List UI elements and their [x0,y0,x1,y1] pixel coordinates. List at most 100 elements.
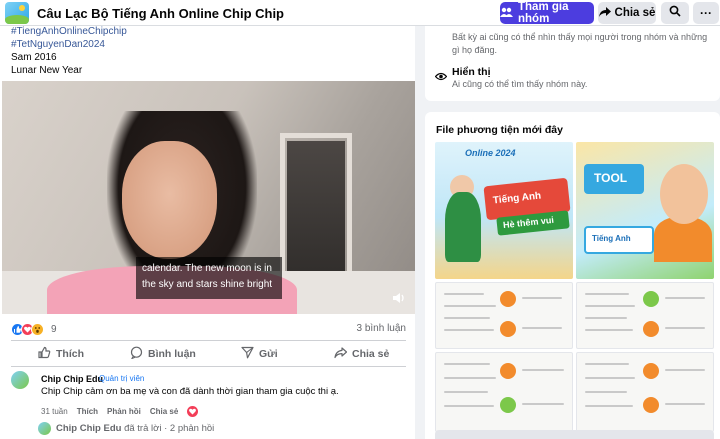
child-face [122,141,217,259]
worksheet-line [585,293,629,295]
thumbs-up-icon [38,346,51,362]
visibility-description: Ai cũng có thể tìm thấy nhóm này. [452,79,588,89]
heart-icon [187,406,199,417]
send-label: Gửi [259,348,278,360]
group-logo[interactable] [5,2,29,24]
worksheet-illustration [500,291,516,307]
boy-figure [660,164,708,224]
banner-text: Tiếng Anh [492,190,542,207]
reaction-summary[interactable]: 9 [11,323,57,336]
avatar[interactable] [11,371,29,389]
worksheet-illustration [500,363,516,379]
see-all-media-button[interactable] [435,430,714,439]
share-group-button[interactable]: Chia sẻ [598,2,656,24]
hashtag-link[interactable]: #TiengAnhOnlineChipchip [11,26,127,37]
banner-subtext: Hè thêm vui [502,214,555,231]
worksheet-line [585,317,627,319]
reply-author: Chip Chip Edu [56,423,122,434]
reaction-count: 9 [51,324,57,335]
hashtag-link[interactable]: #TetNguyenDan2024 [11,39,105,50]
media-thumbnail[interactable] [435,352,573,432]
privacy-description: Bất kỳ ai cũng có thể nhìn thấy mọi ngườ… [452,32,708,42]
comment-label: Bình luận [148,348,196,360]
avatar[interactable] [38,422,51,435]
comment-count[interactable]: 3 bình luận [357,323,407,334]
wow-reaction-icon [31,323,44,336]
thumbnail-heading: Online 2024 [465,148,516,158]
worksheet-line [444,377,496,379]
send-icon [241,346,254,362]
post-text-line: Lunar New Year [11,65,83,76]
comment-bubble: Chip Chip Edu Quản trị viên Chip Chip cả… [34,370,339,402]
share-icon [334,346,348,362]
people-icon [500,7,513,20]
share-label: Chia sẻ [352,348,390,360]
worksheet-illustration [500,321,516,337]
divider [11,340,406,341]
eye-icon [434,68,448,86]
post-card: #TiengAnhOnlineChipchip #TetNguyenDan202… [0,26,415,439]
video-subtitle: calendar. The new moon is in the sky and… [136,257,282,299]
worksheet-line [444,405,494,407]
sun-shape [19,5,25,11]
worksheet-line [444,329,494,331]
worksheet-line [522,403,564,405]
share-button[interactable]: Chia sẻ [334,344,389,364]
worksheet-line [665,403,705,405]
send-button[interactable]: Gửi [241,344,278,364]
share-arrow-icon [598,6,611,20]
view-replies-link[interactable]: Chip Chip Edu đã trả lời · 2 phản hồi [56,423,214,434]
like-label: Thích [56,348,84,360]
post-text-line: Sam 2016 [11,52,57,63]
worksheet-illustration [643,321,659,337]
comment-share-link[interactable]: Chia sẻ [150,407,178,416]
door [287,141,345,291]
join-group-button[interactable]: Tham gia nhóm [500,1,594,25]
subtitle-line-2: the sky and stars shine bright [142,279,273,290]
worksheet-line [444,391,488,393]
worksheet-line [585,377,635,379]
worksheet-line [665,297,705,299]
tool-tag-text: TOOL [594,171,628,185]
teacher-figure [445,192,481,262]
worksheet-line [522,297,562,299]
media-thumbnail[interactable] [435,282,573,349]
group-title[interactable]: Câu Lạc Bộ Tiếng Anh Online Chip Chip [37,6,284,21]
recent-media-title: File phương tiện mới đây [436,124,563,136]
reply-summary: đã trả lời · 2 phản hồi [124,423,215,434]
worksheet-illustration [643,291,659,307]
subtitle-line-1: calendar. The new moon is in [142,263,272,274]
search-button[interactable] [661,2,689,24]
media-thumbnail[interactable] [576,352,714,432]
comment-reply-link[interactable]: Phản hồi [107,407,141,416]
tool-tag: TOOL [584,164,644,194]
comment-like-link[interactable]: Thích [77,407,98,416]
media-thumbnail[interactable] [576,282,714,349]
worksheet-line [585,305,635,307]
worksheet-illustration [643,397,659,413]
comment-text: Chip Chip cảm ơn ba mẹ và con đã dành th… [41,386,339,397]
worksheet-illustration [643,363,659,379]
worksheet-line [585,405,633,407]
hill-shape [5,15,29,24]
worksheet-line [585,329,633,331]
recent-media-card: File phương tiện mới đây Online 2024 Tiế… [425,112,720,439]
worksheet-line [522,369,564,371]
info-box: Tiếng Anh [584,226,654,254]
like-button[interactable]: Thích [38,344,84,364]
video-player[interactable]: calendar. The new moon is in the sky and… [2,81,415,314]
more-options-button[interactable]: ··· [693,2,719,24]
share-group-label: Chia sẻ [614,7,656,19]
search-icon [669,4,681,22]
media-thumbnail[interactable]: TOOL Tiếng Anh [576,142,714,279]
top-bar: Câu Lạc Bộ Tiếng Anh Online Chip Chip Th… [0,0,720,26]
comment-time[interactable]: 31 tuần [41,407,68,416]
worksheet-line [585,363,629,365]
comment-button[interactable]: Bình luận [130,344,196,364]
media-thumbnail[interactable]: Online 2024 Tiếng Anh Hè thêm vui [435,142,573,279]
volume-icon[interactable] [392,291,406,309]
info-box-text: Tiếng Anh [592,234,631,243]
comment-bubble-icon [130,346,143,362]
comment-author[interactable]: Chip Chip Edu [41,374,103,384]
worksheet-line [444,305,496,307]
